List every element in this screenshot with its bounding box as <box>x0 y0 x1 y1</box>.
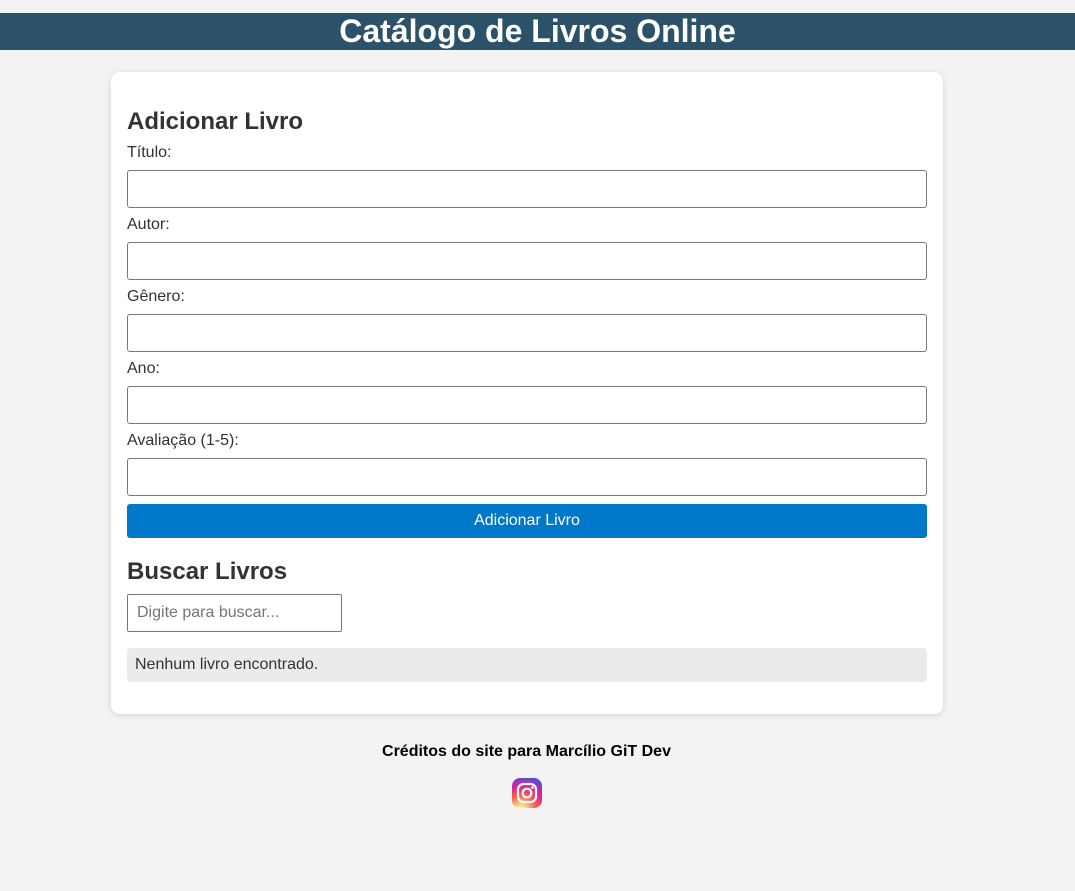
footer-credits: Créditos do site para Marcílio GiT Dev <box>382 743 671 760</box>
page-title: Catálogo de Livros Online <box>339 13 736 49</box>
instagram-link[interactable] <box>511 777 543 809</box>
year-input[interactable] <box>127 386 927 424</box>
page-header: Catálogo de Livros Online <box>0 13 1075 50</box>
search-books-heading: Buscar Livros <box>127 558 288 585</box>
no-results-message: Nenhum livro encontrado. <box>135 656 319 673</box>
title-label: Título: <box>127 144 172 161</box>
author-label: Autor: <box>127 216 170 233</box>
search-results: Nenhum livro encontrado. <box>127 648 927 682</box>
rating-label: Avaliação (1-5): <box>127 432 239 449</box>
genre-label: Gênero: <box>127 288 185 305</box>
rating-input[interactable] <box>127 458 927 496</box>
instagram-icon <box>512 778 542 808</box>
search-input[interactable] <box>127 594 342 632</box>
add-book-heading: Adicionar Livro <box>127 108 304 135</box>
catalog-card: Adicionar Livro Título: Autor: Gênero: A… <box>111 72 943 714</box>
genre-input[interactable] <box>127 314 927 352</box>
add-book-button[interactable]: Adicionar Livro <box>127 504 927 538</box>
title-input[interactable] <box>127 170 927 208</box>
author-input[interactable] <box>127 242 927 280</box>
year-label: Ano: <box>127 360 160 377</box>
